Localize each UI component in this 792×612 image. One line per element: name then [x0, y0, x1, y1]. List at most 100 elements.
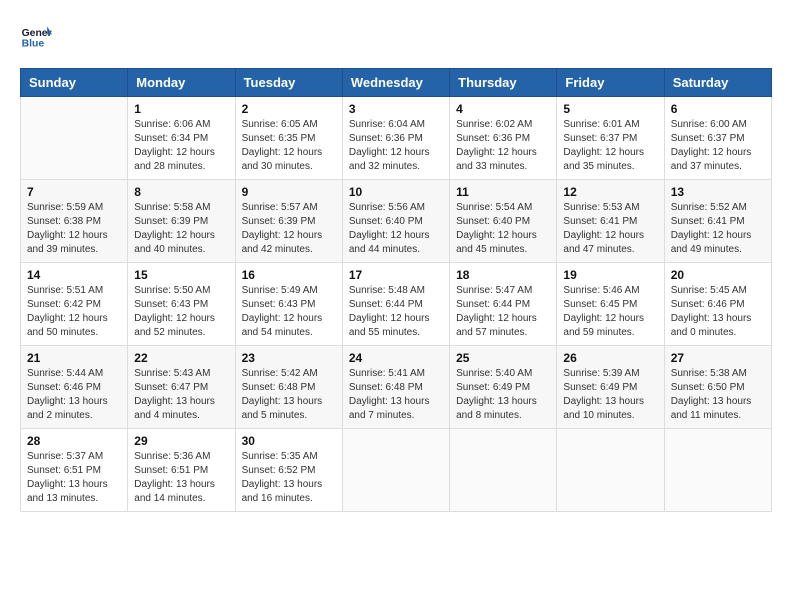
calendar-cell: 30Sunrise: 5:35 AM Sunset: 6:52 PM Dayli…: [235, 429, 342, 512]
day-number: 28: [27, 434, 121, 448]
day-info: Sunrise: 6:05 AM Sunset: 6:35 PM Dayligh…: [242, 118, 336, 174]
calendar-cell: 29 Sunrise: 5:36 AM Sunset: 6:51 PM Dayli…: [128, 429, 235, 512]
day-number: 17: [349, 268, 443, 282]
calendar-cell: 25 Sunrise: 5:40 AM Sunset: 6:49 PM Dayli…: [450, 346, 557, 429]
day-number: 16: [242, 268, 336, 282]
calendar-cell: [664, 429, 771, 512]
calendar-cell: 22 Sunrise: 5:43 AM Sunset: 6:47 PM Dayli…: [128, 346, 235, 429]
day-number: 15: [134, 268, 228, 282]
day-number: 2: [242, 102, 336, 116]
calendar-cell: 8 Sunrise: 5:58 AM Sunset: 6:39 PM Daylig…: [128, 180, 235, 263]
day-number: 26: [563, 351, 657, 365]
calendar-cell: 6Sunrise: 6:00 AM Sunset: 6:37 PM Daylig…: [664, 97, 771, 180]
calendar-cell: 26 Sunrise: 5:39 AM Sunset: 6:49 PM Dayli…: [557, 346, 664, 429]
day-number: 8: [134, 185, 228, 199]
day-info: Sunrise: 6:00 AM Sunset: 6:37 PM Dayligh…: [671, 118, 765, 174]
header-sunday: Sunday: [21, 69, 128, 97]
day-info: Sunrise: 5:40 AM Sunset: 6:49 PM Dayligh…: [456, 367, 550, 423]
day-number: 12: [563, 185, 657, 199]
calendar-cell: 1 Sunrise: 6:06 AM Sunset: 6:34 PM Daylig…: [128, 97, 235, 180]
day-info: Sunrise: 5:39 AM Sunset: 6:49 PM Dayligh…: [563, 367, 657, 423]
header-tuesday: Tuesday: [235, 69, 342, 97]
calendar-cell: 5Sunrise: 6:01 AM Sunset: 6:37 PM Daylig…: [557, 97, 664, 180]
day-number: 20: [671, 268, 765, 282]
calendar-cell: 14Sunrise: 5:51 AM Sunset: 6:42 PM Dayli…: [21, 263, 128, 346]
calendar-cell: 18 Sunrise: 5:47 AM Sunset: 6:44 PM Dayli…: [450, 263, 557, 346]
day-info: Sunrise: 5:47 AM Sunset: 6:44 PM Dayligh…: [456, 284, 550, 340]
day-number: 22: [134, 351, 228, 365]
day-info: Sunrise: 5:48 AM Sunset: 6:44 PM Dayligh…: [349, 284, 443, 340]
calendar-cell: 11 Sunrise: 5:54 AM Sunset: 6:40 PM Dayli…: [450, 180, 557, 263]
svg-text:Blue: Blue: [22, 38, 45, 49]
calendar-cell: 20 Sunrise: 5:45 AM Sunset: 6:46 PM Dayli…: [664, 263, 771, 346]
day-number: 25: [456, 351, 550, 365]
calendar-week-3: 14Sunrise: 5:51 AM Sunset: 6:42 PM Dayli…: [21, 263, 772, 346]
day-number: 7: [27, 185, 121, 199]
day-info: Sunrise: 5:51 AM Sunset: 6:42 PM Dayligh…: [27, 284, 121, 340]
calendar-cell: 27 Sunrise: 5:38 AM Sunset: 6:50 PM Dayli…: [664, 346, 771, 429]
day-number: 10: [349, 185, 443, 199]
day-info: Sunrise: 6:04 AM Sunset: 6:36 PM Dayligh…: [349, 118, 443, 174]
day-number: 5: [563, 102, 657, 116]
day-info: Sunrise: 5:57 AM Sunset: 6:39 PM Dayligh…: [242, 201, 336, 257]
calendar-cell: [342, 429, 449, 512]
calendar-cell: 3 Sunrise: 6:04 AM Sunset: 6:36 PM Daylig…: [342, 97, 449, 180]
day-number: 27: [671, 351, 765, 365]
day-info: Sunrise: 5:56 AM Sunset: 6:40 PM Dayligh…: [349, 201, 443, 257]
calendar-cell: [21, 97, 128, 180]
calendar-week-2: 7 Sunrise: 5:59 AM Sunset: 6:38 PM Daylig…: [21, 180, 772, 263]
day-number: 29: [134, 434, 228, 448]
day-number: 13: [671, 185, 765, 199]
calendar-cell: 16 Sunrise: 5:49 AM Sunset: 6:43 PM Dayli…: [235, 263, 342, 346]
day-info: Sunrise: 5:45 AM Sunset: 6:46 PM Dayligh…: [671, 284, 765, 340]
day-info: Sunrise: 5:58 AM Sunset: 6:39 PM Dayligh…: [134, 201, 228, 257]
calendar-cell: 4 Sunrise: 6:02 AM Sunset: 6:36 PM Daylig…: [450, 97, 557, 180]
day-number: 9: [242, 185, 336, 199]
logo: General Blue: [20, 20, 52, 52]
day-number: 21: [27, 351, 121, 365]
day-info: Sunrise: 6:02 AM Sunset: 6:36 PM Dayligh…: [456, 118, 550, 174]
day-info: Sunrise: 5:50 AM Sunset: 6:43 PM Dayligh…: [134, 284, 228, 340]
day-info: Sunrise: 5:42 AM Sunset: 6:48 PM Dayligh…: [242, 367, 336, 423]
day-number: 30: [242, 434, 336, 448]
page-header: General Blue: [20, 20, 772, 52]
day-info: Sunrise: 5:38 AM Sunset: 6:50 PM Dayligh…: [671, 367, 765, 423]
day-number: 11: [456, 185, 550, 199]
calendar-week-4: 21 Sunrise: 5:44 AM Sunset: 6:46 PM Dayli…: [21, 346, 772, 429]
day-number: 24: [349, 351, 443, 365]
day-info: Sunrise: 5:46 AM Sunset: 6:45 PM Dayligh…: [563, 284, 657, 340]
header-friday: Friday: [557, 69, 664, 97]
header-wednesday: Wednesday: [342, 69, 449, 97]
day-info: Sunrise: 5:53 AM Sunset: 6:41 PM Dayligh…: [563, 201, 657, 257]
day-info: Sunrise: 5:44 AM Sunset: 6:46 PM Dayligh…: [27, 367, 121, 423]
calendar-cell: 7 Sunrise: 5:59 AM Sunset: 6:38 PM Daylig…: [21, 180, 128, 263]
calendar-cell: 23 Sunrise: 5:42 AM Sunset: 6:48 PM Dayli…: [235, 346, 342, 429]
day-number: 3: [349, 102, 443, 116]
day-number: 23: [242, 351, 336, 365]
calendar-cell: [557, 429, 664, 512]
day-number: 18: [456, 268, 550, 282]
day-info: Sunrise: 5:54 AM Sunset: 6:40 PM Dayligh…: [456, 201, 550, 257]
calendar-week-1: 1 Sunrise: 6:06 AM Sunset: 6:34 PM Daylig…: [21, 97, 772, 180]
header-saturday: Saturday: [664, 69, 771, 97]
day-number: 1: [134, 102, 228, 116]
calendar-cell: 10 Sunrise: 5:56 AM Sunset: 6:40 PM Dayli…: [342, 180, 449, 263]
day-info: Sunrise: 5:43 AM Sunset: 6:47 PM Dayligh…: [134, 367, 228, 423]
day-info: Sunrise: 5:36 AM Sunset: 6:51 PM Dayligh…: [134, 450, 228, 506]
day-info: Sunrise: 6:06 AM Sunset: 6:34 PM Dayligh…: [134, 118, 228, 174]
calendar-cell: 2 Sunrise: 6:05 AM Sunset: 6:35 PM Daylig…: [235, 97, 342, 180]
day-info: Sunrise: 5:59 AM Sunset: 6:38 PM Dayligh…: [27, 201, 121, 257]
calendar-cell: 12 Sunrise: 5:53 AM Sunset: 6:41 PM Dayli…: [557, 180, 664, 263]
calendar-cell: 15 Sunrise: 5:50 AM Sunset: 6:43 PM Dayli…: [128, 263, 235, 346]
day-number: 19: [563, 268, 657, 282]
calendar-cell: [450, 429, 557, 512]
header-monday: Monday: [128, 69, 235, 97]
calendar-table: SundayMondayTuesdayWednesdayThursdayFrid…: [20, 68, 772, 512]
day-number: 4: [456, 102, 550, 116]
calendar-cell: 17 Sunrise: 5:48 AM Sunset: 6:44 PM Dayli…: [342, 263, 449, 346]
calendar-cell: 19 Sunrise: 5:46 AM Sunset: 6:45 PM Dayli…: [557, 263, 664, 346]
calendar-cell: 13Sunrise: 5:52 AM Sunset: 6:41 PM Dayli…: [664, 180, 771, 263]
calendar-week-5: 28Sunrise: 5:37 AM Sunset: 6:51 PM Dayli…: [21, 429, 772, 512]
calendar-cell: 9 Sunrise: 5:57 AM Sunset: 6:39 PM Daylig…: [235, 180, 342, 263]
day-info: Sunrise: 5:49 AM Sunset: 6:43 PM Dayligh…: [242, 284, 336, 340]
